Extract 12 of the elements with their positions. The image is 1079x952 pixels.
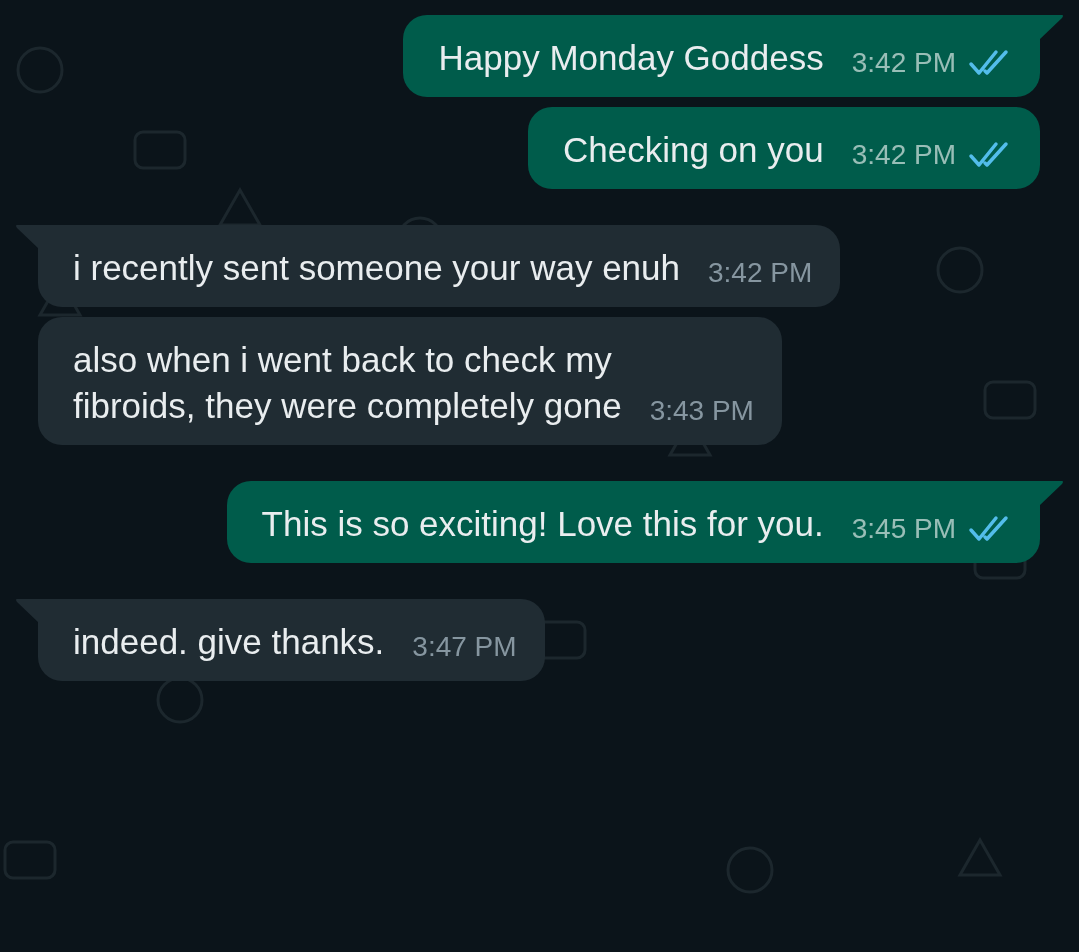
message-time: 3:42 PM <box>851 46 956 80</box>
message-time: 3:43 PM <box>649 394 754 428</box>
message-time: 3:42 PM <box>851 138 956 172</box>
message-text: This is so exciting! Love this for you. <box>261 503 824 545</box>
message-text: also when i went back to check my fibroids, they were completely gone <box>73 339 622 427</box>
message-text: i recently sent someone your way enuh <box>73 247 680 289</box>
message-text: Happy Monday Goddess <box>438 37 824 79</box>
message-text: Checking on you <box>563 129 824 171</box>
message-time: 3:47 PM <box>412 630 517 664</box>
message-time: 3:45 PM <box>851 512 956 546</box>
message-text: indeed. give thanks. <box>73 621 385 663</box>
message-time: 3:42 PM <box>708 256 813 290</box>
